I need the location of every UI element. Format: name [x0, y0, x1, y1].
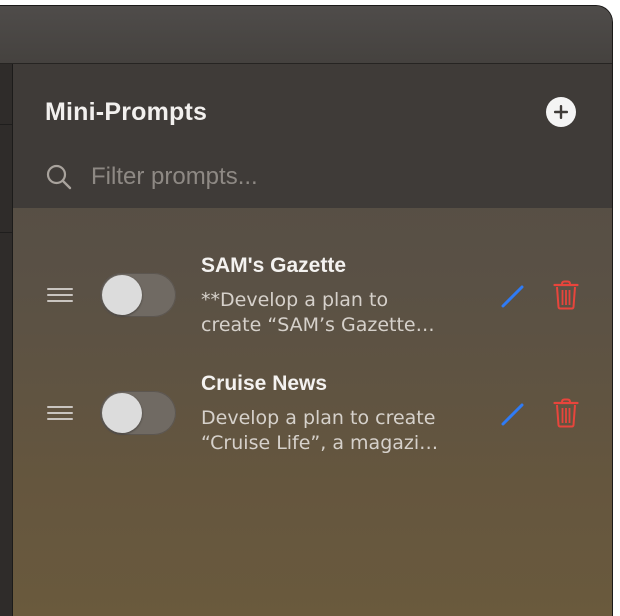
prompt-toggle[interactable]: [100, 391, 176, 435]
search-icon: [46, 164, 72, 190]
filter-prompts-input[interactable]: [89, 160, 573, 194]
toggle-knob: [102, 275, 142, 315]
drag-handle-icon[interactable]: [47, 288, 73, 306]
trash-icon[interactable]: [553, 398, 579, 428]
prompt-title: Cruise News: [201, 372, 328, 395]
pencil-icon[interactable]: [499, 282, 527, 310]
divider: [0, 232, 12, 233]
trash-icon[interactable]: [553, 280, 579, 310]
left-pane: [0, 64, 13, 616]
toggle-knob: [102, 393, 142, 433]
panel-title: Mini-Prompts: [45, 98, 208, 126]
prompt-description: **Develop a plan to create “SAM’s Gazett…: [201, 289, 435, 336]
mini-prompts-panel: Mini-Prompts SAM's Gazette **Deve: [13, 64, 612, 616]
window-titlebar: [0, 6, 612, 64]
prompt-row: SAM's Gazette **Develop a plan to create…: [13, 244, 612, 344]
prompt-row: Cruise News Develop a plan to create “Cr…: [13, 362, 612, 462]
prompt-description: Develop a plan to create “Cruise Life”, …: [201, 407, 439, 454]
plus-icon: [554, 105, 568, 119]
app-window: Mini-Prompts SAM's Gazette **Deve: [0, 6, 612, 616]
drag-handle-icon[interactable]: [47, 406, 73, 424]
pencil-icon[interactable]: [499, 400, 527, 428]
prompt-toggle[interactable]: [100, 273, 176, 317]
prompt-title: SAM's Gazette: [201, 254, 347, 277]
divider: [0, 124, 12, 125]
panel-header: Mini-Prompts: [13, 64, 612, 208]
add-prompt-button[interactable]: [546, 97, 576, 127]
